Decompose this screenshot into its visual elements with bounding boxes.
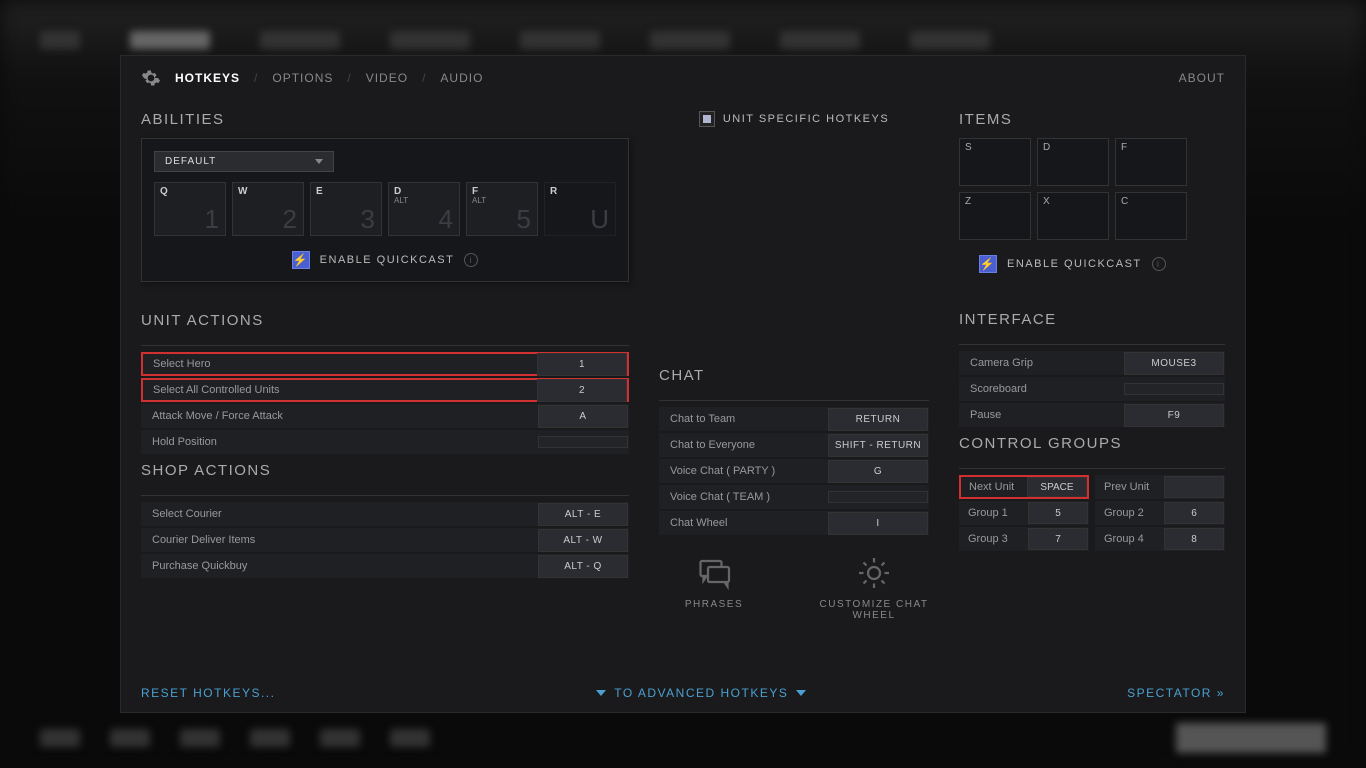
bind-group-4[interactable]: Group 48 — [1095, 527, 1225, 551]
ability-slot-1[interactable]: Q1 — [154, 182, 226, 236]
tab-hotkeys[interactable]: HOTKEYS — [171, 69, 244, 87]
shop-actions-list: Select CourierALT - E Courier Deliver It… — [141, 502, 629, 578]
quickcast-checkbox[interactable]: ⚡ — [292, 251, 310, 269]
item-slot-6[interactable]: C — [1115, 192, 1187, 240]
tab-options[interactable]: OPTIONS — [268, 69, 337, 87]
preset-dropdown[interactable]: DEFAULT — [154, 151, 334, 172]
items-info-icon[interactable]: i — [1152, 257, 1166, 271]
speech-bubble-icon — [696, 555, 732, 591]
main-nav-blurred — [40, 20, 1326, 60]
ability-slot-2[interactable]: W2 — [232, 182, 304, 236]
ability-slot-4[interactable]: DALT4 — [388, 182, 460, 236]
bind-select-hero[interactable]: Select Hero1 — [141, 352, 629, 376]
bind-scoreboard[interactable]: Scoreboard — [959, 377, 1225, 401]
advanced-hotkeys-button[interactable]: TO ADVANCED HOTKEYS — [596, 686, 806, 700]
interface-list: Camera GripMOUSE3 Scoreboard PauseF9 — [959, 351, 1225, 427]
column-middle: UNIT SPECIFIC HOTKEYS CHAT Chat to TeamR… — [659, 103, 929, 676]
ability-slot-3[interactable]: E3 — [310, 182, 382, 236]
chat-list: Chat to TeamRETURN Chat to EveryoneSHIFT… — [659, 407, 929, 535]
bind-chat-team[interactable]: Chat to TeamRETURN — [659, 407, 929, 431]
item-slot-2[interactable]: D — [1037, 138, 1109, 186]
bind-pause[interactable]: PauseF9 — [959, 403, 1225, 427]
tab-audio[interactable]: AUDIO — [436, 69, 487, 87]
ability-slot-6[interactable]: RU — [544, 182, 616, 236]
unit-actions-list: Select Hero1 Select All Controlled Units… — [141, 352, 629, 454]
bind-group-3[interactable]: Group 37 — [959, 527, 1089, 551]
wheel-icon — [856, 555, 892, 591]
item-slot-4[interactable]: Z — [959, 192, 1031, 240]
bind-prev-unit[interactable]: Prev Unit — [1095, 475, 1225, 499]
chevron-down-icon — [315, 159, 323, 164]
settings-nav: HOTKEYS / OPTIONS / VIDEO / AUDIO ABOUT — [141, 68, 1225, 98]
bind-camera-grip[interactable]: Camera GripMOUSE3 — [959, 351, 1225, 375]
abilities-box: DEFAULT Q1 W2 E3 DALT4 FALT5 RU ⚡ ENABLE… — [141, 138, 629, 282]
phrases-button[interactable]: PHRASES — [659, 555, 769, 621]
bind-group-1[interactable]: Group 15 — [959, 501, 1089, 525]
bind-chat-everyone[interactable]: Chat to EveryoneSHIFT - RETURN — [659, 433, 929, 457]
settings-panel: HOTKEYS / OPTIONS / VIDEO / AUDIO ABOUT … — [120, 55, 1246, 713]
bind-voice-team[interactable]: Voice Chat ( TEAM ) — [659, 485, 929, 509]
item-slot-5[interactable]: X — [1037, 192, 1109, 240]
shop-actions-title: SHOP ACTIONS — [141, 462, 629, 479]
bind-attack-move[interactable]: Attack Move / Force AttackA — [141, 404, 629, 428]
quickcast-label: ENABLE QUICKCAST — [320, 254, 455, 266]
bind-voice-party[interactable]: Voice Chat ( PARTY )G — [659, 459, 929, 483]
item-slot-3[interactable]: F — [1115, 138, 1187, 186]
unit-actions-title: UNIT ACTIONS — [141, 312, 629, 329]
control-groups-grid: Next UnitSPACE Prev Unit Group 15 Group … — [959, 475, 1225, 551]
bind-chat-wheel[interactable]: Chat WheelI — [659, 511, 929, 535]
bind-select-courier[interactable]: Select CourierALT - E — [141, 502, 629, 526]
unit-specific-checkbox[interactable] — [699, 111, 715, 127]
items-quickcast-label: ENABLE QUICKCAST — [1007, 258, 1142, 270]
abilities-title: ABILITIES — [141, 111, 629, 128]
ability-slot-5[interactable]: FALT5 — [466, 182, 538, 236]
item-slot-1[interactable]: S — [959, 138, 1031, 186]
bind-select-all-units[interactable]: Select All Controlled Units2 — [141, 378, 629, 402]
bind-courier-deliver[interactable]: Courier Deliver ItemsALT - W — [141, 528, 629, 552]
control-groups-title: CONTROL GROUPS — [959, 435, 1225, 452]
bind-purchase-quickbuy[interactable]: Purchase QuickbuyALT - Q — [141, 554, 629, 578]
items-quickcast-checkbox[interactable]: ⚡ — [979, 255, 997, 273]
gear-icon[interactable] — [141, 68, 161, 88]
column-right: ITEMS S D F Z X C ⚡ ENABLE QUICKCAST i I… — [959, 103, 1225, 676]
tab-video[interactable]: VIDEO — [362, 69, 412, 87]
unit-specific-label: UNIT SPECIFIC HOTKEYS — [723, 113, 889, 125]
customize-chat-wheel-button[interactable]: CUSTOMIZE CHAT WHEEL — [819, 555, 929, 621]
bind-hold-position[interactable]: Hold Position — [141, 430, 629, 454]
bottom-bar-blurred — [40, 723, 1326, 753]
column-left: ABILITIES DEFAULT Q1 W2 E3 DALT4 FALT5 R… — [141, 103, 629, 676]
reset-hotkeys-button[interactable]: RESET HOTKEYS... — [141, 686, 275, 700]
item-grid: S D F Z X C — [959, 138, 1225, 240]
chat-title: CHAT — [659, 367, 929, 384]
items-title: ITEMS — [959, 111, 1225, 128]
bind-group-2[interactable]: Group 26 — [1095, 501, 1225, 525]
interface-title: INTERFACE — [959, 311, 1225, 328]
nav-about[interactable]: ABOUT — [1179, 71, 1225, 85]
spectator-button[interactable]: SPECTATOR » — [1127, 686, 1225, 700]
bind-next-unit[interactable]: Next UnitSPACE — [959, 475, 1089, 499]
info-icon[interactable]: i — [464, 253, 478, 267]
